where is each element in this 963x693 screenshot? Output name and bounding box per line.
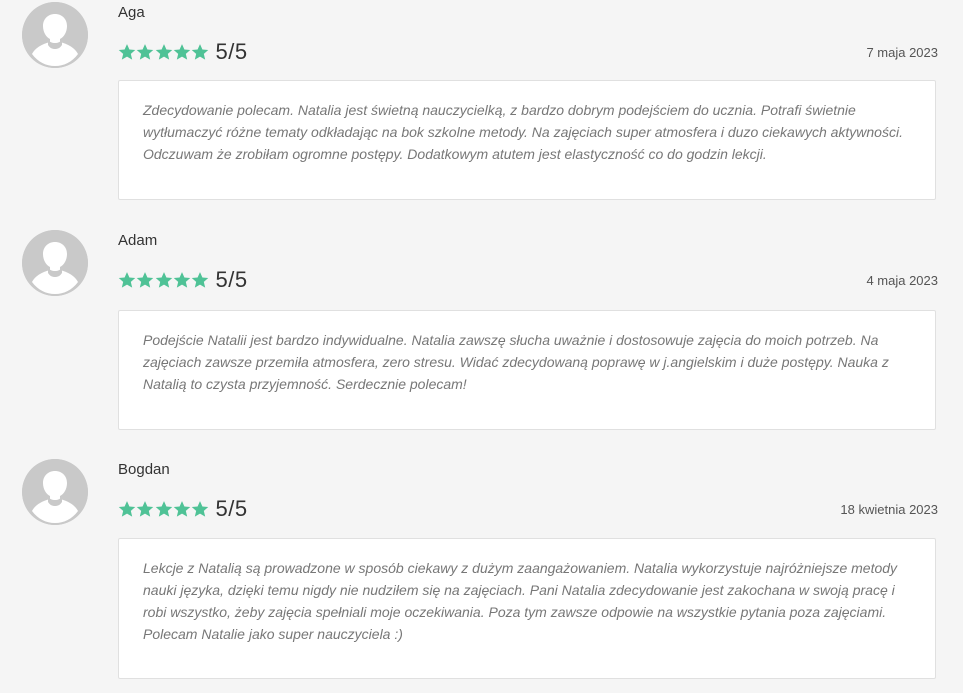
- avatar: [22, 230, 88, 296]
- review-item: Aga 5/5 7 maja 2023 Zdecydowanie polecam…: [0, 0, 963, 228]
- review-text-box: Lekcje z Natalią są prowadzone w sposób …: [118, 538, 936, 679]
- star-icon: [155, 44, 172, 60]
- star-icon: [137, 272, 154, 288]
- review-item: Bogdan 5/5 18 kwietnia 2023 Lekcje z Nat…: [0, 457, 963, 685]
- rating-score: 5/5: [215, 496, 248, 521]
- reviewer-name: Aga: [118, 4, 145, 21]
- rating-score: 5/5: [215, 267, 248, 292]
- star-icon: [173, 44, 191, 60]
- star-icon: [137, 501, 154, 517]
- review-text-box: Podejście Natalii jest bardzo indywidual…: [118, 310, 936, 430]
- star-icon: [191, 272, 209, 288]
- star-icon: [118, 501, 136, 517]
- star-icon: [191, 44, 209, 60]
- review-item: Adam 5/5 4 maja 2023 Podejście Natalii j…: [0, 228, 963, 456]
- user-silhouette-icon: [22, 2, 88, 68]
- star-icon: [155, 272, 172, 288]
- avatar: [22, 459, 88, 525]
- reviewer-name: Bogdan: [118, 461, 170, 478]
- star-icon: [137, 44, 154, 60]
- rating-score: 5/5: [215, 39, 248, 64]
- review-text-box: Zdecydowanie polecam. Natalia jest świet…: [118, 80, 936, 200]
- star-icon: [173, 501, 191, 517]
- reviewer-name: Adam: [118, 232, 158, 249]
- user-silhouette-icon: [22, 459, 88, 525]
- star-icon: [118, 272, 136, 288]
- review-date: 7 maja 2023: [866, 45, 938, 60]
- review-date: 18 kwietnia 2023: [840, 502, 938, 517]
- rating: 5/5: [118, 497, 248, 521]
- star-icon: [118, 44, 136, 60]
- star-icon: [173, 272, 191, 288]
- star-rating: [118, 271, 209, 289]
- star-icon: [191, 501, 209, 517]
- review-text: Lekcje z Natalią są prowadzone w sposób …: [143, 560, 898, 642]
- star-rating: [118, 43, 209, 61]
- review-text: Zdecydowanie polecam. Natalia jest świet…: [143, 102, 903, 162]
- star-icon: [155, 501, 172, 517]
- review-text: Podejście Natalii jest bardzo indywidual…: [143, 332, 889, 392]
- rating: 5/5: [118, 268, 248, 292]
- star-rating: [118, 500, 209, 518]
- review-date: 4 maja 2023: [866, 273, 938, 288]
- user-silhouette-icon: [22, 230, 88, 296]
- rating: 5/5: [118, 40, 248, 64]
- avatar: [22, 2, 88, 68]
